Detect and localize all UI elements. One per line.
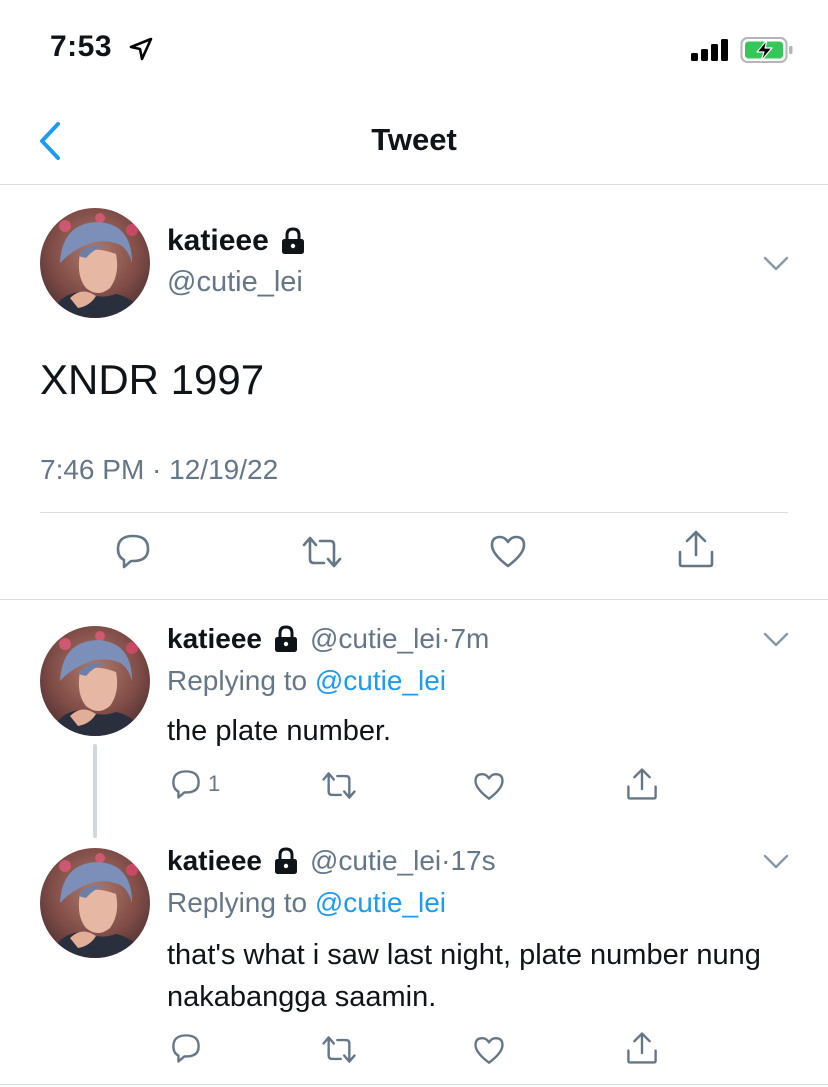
avatar[interactable] (40, 848, 150, 958)
replying-to: Replying to @cutie_lei (167, 665, 446, 697)
retweet-button[interactable] (300, 534, 344, 570)
like-button[interactable] (472, 770, 506, 802)
reply-header: katieee @cutie_lei · 17s (167, 845, 496, 877)
share-button[interactable] (676, 528, 716, 570)
share-icon (627, 1032, 657, 1064)
replying-prefix: Replying to (167, 665, 308, 696)
reply-tweet[interactable]: katieee @cutie_lei · 17s Replying to @cu… (0, 822, 828, 1084)
tweet-text: the plate number. (167, 715, 392, 747)
avatar[interactable] (40, 208, 150, 318)
reply-tweet[interactable]: katieee @cutie_lei · 7m Replying to @cut… (0, 600, 828, 838)
tweet-actions (0, 530, 828, 582)
tweet-time[interactable]: 7m (450, 623, 489, 655)
like-icon (474, 773, 504, 800)
separator-dot: · (441, 845, 451, 876)
main-tweet: katieee @cutie_lei XNDR 1997 7:46 PM · 1… (0, 186, 828, 600)
share-icon (678, 530, 714, 568)
mention-link[interactable]: @cutie_lei (315, 665, 446, 696)
reply-button[interactable] (114, 532, 152, 570)
tweet-timestamp[interactable]: 7:46 PM · 12/19/22 (40, 454, 278, 486)
tweet-text: that's what i saw last night, plate numb… (167, 939, 761, 1013)
avatar[interactable] (40, 626, 150, 736)
tweet-time[interactable]: 17s (450, 845, 495, 877)
retweet-button[interactable] (320, 1034, 358, 1065)
replying-prefix: Replying to (167, 887, 308, 918)
display-name[interactable]: katieee (167, 845, 262, 877)
display-name-text: katieee (167, 224, 269, 257)
share-button[interactable] (625, 766, 659, 802)
share-icon (627, 768, 657, 800)
lock-icon (273, 625, 299, 654)
like-button[interactable] (488, 532, 528, 570)
display-name[interactable]: katieee (167, 623, 262, 655)
share-button[interactable] (625, 1030, 659, 1066)
divider (0, 1084, 828, 1085)
like-icon (474, 1037, 504, 1064)
reply-icon (172, 1034, 200, 1063)
reply-button[interactable]: 1 (170, 768, 220, 800)
reply-button[interactable] (170, 1032, 208, 1064)
chevron-down-icon[interactable] (763, 854, 789, 870)
divider (40, 512, 788, 513)
retweet-icon (322, 772, 356, 799)
cellular-signal-icon (691, 39, 728, 61)
like-button[interactable] (472, 1034, 506, 1066)
mention-link[interactable]: @cutie_lei (315, 887, 446, 918)
retweet-icon (322, 1036, 356, 1063)
retweet-icon (302, 536, 342, 568)
user-handle[interactable]: @cutie_lei (310, 845, 441, 877)
tweet-text: XNDR 1997 (40, 356, 265, 403)
user-handle[interactable]: @cutie_lei (310, 623, 441, 655)
reply-count: 1 (208, 771, 221, 796)
retweet-button[interactable] (320, 770, 358, 801)
reply-icon (172, 770, 200, 799)
reply-icon (116, 534, 150, 569)
nav-bar: Tweet (0, 100, 828, 185)
reply-header: katieee @cutie_lei · 7m (167, 623, 489, 655)
lock-icon (280, 227, 306, 256)
replying-to: Replying to @cutie_lei (167, 887, 446, 919)
chevron-down-icon[interactable] (763, 632, 789, 648)
page-title: Tweet (371, 122, 457, 157)
battery-charging-icon (740, 37, 793, 63)
user-handle[interactable]: @cutie_lei (167, 266, 303, 299)
like-icon (490, 535, 526, 568)
lock-icon (273, 847, 299, 876)
location-arrow-icon (129, 37, 153, 61)
status-bar: 7:53 (0, 0, 828, 100)
separator-dot: · (441, 623, 451, 654)
chevron-down-icon[interactable] (763, 256, 789, 272)
status-time: 7:53 (50, 30, 113, 63)
display-name[interactable]: katieee (167, 224, 307, 258)
